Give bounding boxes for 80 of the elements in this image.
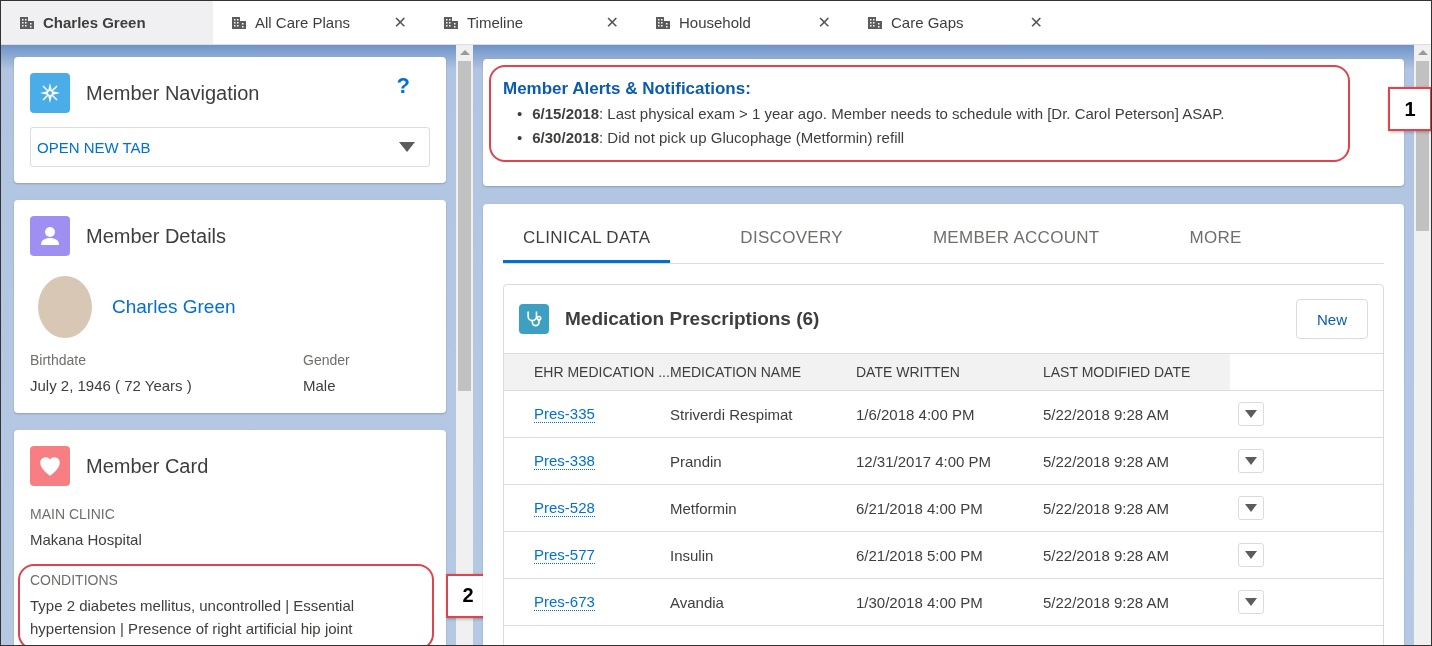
building-icon: [231, 14, 247, 31]
table-cell: 12/31/2017 4:00 PM: [856, 452, 992, 470]
workspace-tab[interactable]: Care Gaps ✕: [849, 1, 1061, 44]
scrollbar[interactable]: [1414, 45, 1431, 645]
card-title: Member Details: [86, 224, 228, 248]
caret-icon: [1245, 410, 1257, 418]
table-cell: 5/22/2018 9:28 AM: [1043, 452, 1169, 470]
caret-icon: [1245, 551, 1257, 559]
building-icon: [19, 14, 35, 31]
field-value: Type 2 diabetes mellitus, uncontrolled | Essential hypertension | Presence of right artificial hip joint: [30, 595, 356, 639]
prescription-link[interactable]: Pres-577: [534, 546, 595, 564]
alerts-title: Member Alerts & Notifications:: [503, 79, 751, 98]
table-cell: 6/21/2018 4:00 PM: [856, 499, 983, 517]
table-cell: 1/30/2018 4:00 PM: [856, 593, 983, 611]
table-cell: 5/22/2018 9:28 AM: [1043, 546, 1169, 564]
column-header: DATE WRITTEN: [856, 353, 1043, 390]
caret-icon: [399, 141, 415, 153]
prescription-link[interactable]: Pres-338: [534, 452, 595, 470]
stethoscope-icon: [519, 304, 549, 334]
content-tab[interactable]: DISCOVERY: [720, 224, 863, 263]
caret-icon: [1245, 598, 1257, 606]
bullet: •: [517, 128, 523, 148]
new-button[interactable]: New: [1296, 299, 1368, 339]
open-new-tab-dropdown[interactable]: OPEN NEW TAB: [30, 127, 430, 167]
workspace-tab[interactable]: All Care Plans ✕: [213, 1, 425, 44]
panel-title: Medication Prescriptions (6): [565, 308, 821, 330]
table-cell: 5/22/2018 9:28 AM: [1043, 593, 1169, 611]
workspace-tab[interactable]: Household ✕: [637, 1, 849, 44]
close-icon[interactable]: ✕: [393, 13, 407, 32]
table-cell: 1/6/2018 4:00 PM: [856, 405, 975, 423]
prescription-link[interactable]: Pres-528: [534, 499, 595, 517]
field-label: CONDITIONS: [30, 571, 119, 588]
building-icon: [655, 14, 671, 31]
prescription-link[interactable]: Pres-673: [534, 593, 595, 611]
table-cell: Prandin: [670, 452, 722, 470]
column-header: EHR MEDICATION ...: [504, 353, 670, 390]
field-value: July 2, 1946 ( 72 Years ): [30, 376, 193, 396]
content-tab[interactable]: MEMBER ACCOUNT: [912, 224, 1120, 263]
prescription-link[interactable]: Pres-335: [534, 405, 595, 423]
scrollbar[interactable]: [456, 45, 473, 645]
member-name-link[interactable]: Charles Green: [112, 296, 236, 318]
compass-icon: [30, 73, 70, 113]
workspace-tab[interactable]: Charles Green: [1, 1, 213, 44]
row-menu-button[interactable]: [1238, 449, 1264, 473]
table-cell: Insulin: [670, 546, 714, 564]
close-icon[interactable]: ✕: [1029, 13, 1043, 32]
row-menu-button[interactable]: [1238, 590, 1264, 614]
row-menu-button[interactable]: [1238, 402, 1264, 426]
table-cell: Avandia: [670, 593, 724, 611]
help-link[interactable]: ?: [396, 73, 410, 99]
table-cell: 5/22/2018 9:28 AM: [1043, 405, 1169, 423]
field-label: Birthdate: [30, 352, 88, 368]
alert-item: 6/15/2018: Last physical exam > 1 year ago. Member needs to schedule with [Dr. Carol Peterson] ASAP.: [532, 104, 1225, 124]
table-cell: Striverdi Respimat: [670, 405, 793, 423]
caret-icon: [1245, 457, 1257, 465]
card-title: Member Card: [86, 454, 210, 478]
content-tab[interactable]: MORE: [1169, 224, 1262, 263]
column-header: MEDICATION NAME: [670, 353, 856, 390]
row-menu-button[interactable]: [1238, 543, 1264, 567]
field-label: MAIN CLINIC: [30, 506, 116, 523]
building-icon: [443, 14, 459, 31]
callout-number: 1: [1388, 87, 1431, 131]
bullet: •: [517, 104, 523, 124]
content-tab[interactable]: CLINICAL DATA: [503, 224, 671, 263]
field-value: Makana Hospital: [30, 530, 143, 551]
table-cell: 6/21/2018 5:00 PM: [856, 546, 983, 564]
close-icon[interactable]: ✕: [817, 13, 831, 32]
caret-icon: [1245, 504, 1257, 512]
person-icon: [30, 216, 70, 256]
building-icon: [867, 14, 883, 31]
alert-item: 6/30/2018: Did not pick up Glucophage (Metformin) refill: [532, 128, 905, 148]
row-menu-button[interactable]: [1238, 496, 1264, 520]
workspace-tab[interactable]: Timeline ✕: [425, 1, 637, 44]
table-cell: 5/22/2018 9:28 AM: [1043, 499, 1169, 517]
field-label: Gender: [303, 352, 351, 368]
card-title: Member Navigation: [86, 81, 261, 105]
close-icon[interactable]: ✕: [605, 13, 619, 32]
field-value: Male: [303, 376, 337, 396]
table-cell: Metformin: [670, 499, 737, 517]
column-header: LAST MODIFIED DATE: [1043, 353, 1230, 390]
